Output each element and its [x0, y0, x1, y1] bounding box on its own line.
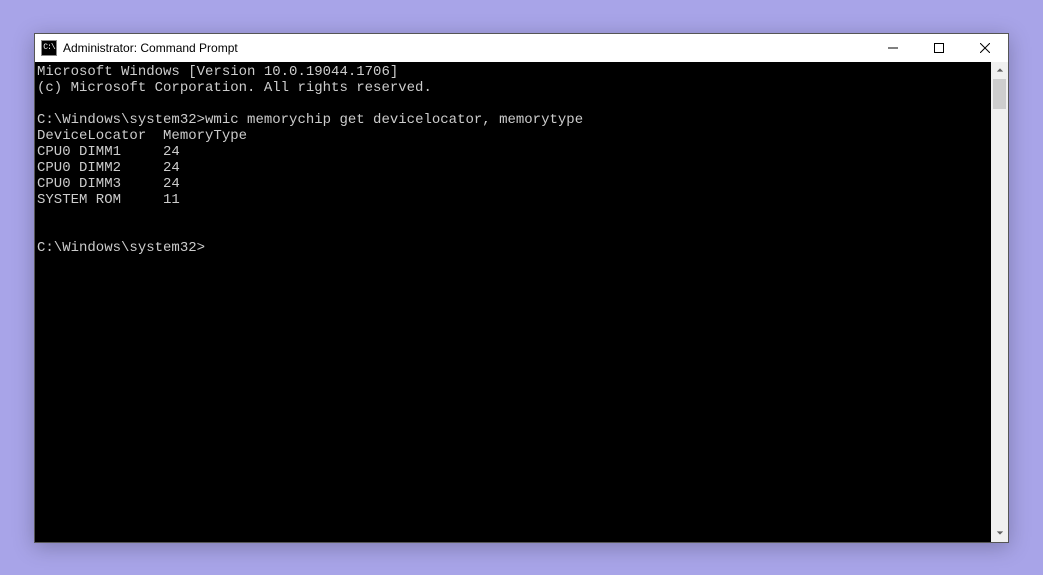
scrollbar-track[interactable] — [991, 79, 1008, 525]
prompt-1: C:\Windows\system32> — [37, 112, 205, 128]
header-line2: (c) Microsoft Corporation. All rights re… — [37, 80, 432, 96]
table-header: DeviceLocator MemoryType — [37, 128, 247, 144]
minimize-button[interactable] — [870, 34, 916, 62]
scrollbar-thumb[interactable] — [993, 79, 1006, 109]
table-row: CPU0 DIMM3 24 — [37, 176, 180, 192]
command-1: wmic memorychip get devicelocator, memor… — [205, 112, 583, 128]
command-prompt-icon: C:\ — [41, 40, 57, 56]
window-controls — [870, 34, 1008, 62]
chevron-up-icon — [996, 66, 1004, 74]
scrollbar-up-button[interactable] — [991, 62, 1008, 79]
titlebar[interactable]: C:\ Administrator: Command Prompt — [35, 34, 1008, 62]
header-line1: Microsoft Windows [Version 10.0.19044.17… — [37, 64, 398, 80]
maximize-button[interactable] — [916, 34, 962, 62]
window-title: Administrator: Command Prompt — [63, 41, 870, 55]
console-output[interactable]: Microsoft Windows [Version 10.0.19044.17… — [35, 62, 991, 542]
console-area: Microsoft Windows [Version 10.0.19044.17… — [35, 62, 1008, 542]
table-row: SYSTEM ROM 11 — [37, 192, 180, 208]
close-icon — [980, 43, 990, 53]
maximize-icon — [934, 43, 944, 53]
command-prompt-window: C:\ Administrator: Command Prompt Micros… — [34, 33, 1009, 543]
scrollbar-down-button[interactable] — [991, 525, 1008, 542]
close-button[interactable] — [962, 34, 1008, 62]
chevron-down-icon — [996, 529, 1004, 537]
table-row: CPU0 DIMM2 24 — [37, 160, 180, 176]
table-row: CPU0 DIMM1 24 — [37, 144, 180, 160]
prompt-2: C:\Windows\system32> — [37, 240, 205, 256]
icon-text: C:\ — [43, 43, 54, 52]
vertical-scrollbar[interactable] — [991, 62, 1008, 542]
minimize-icon — [888, 43, 898, 53]
